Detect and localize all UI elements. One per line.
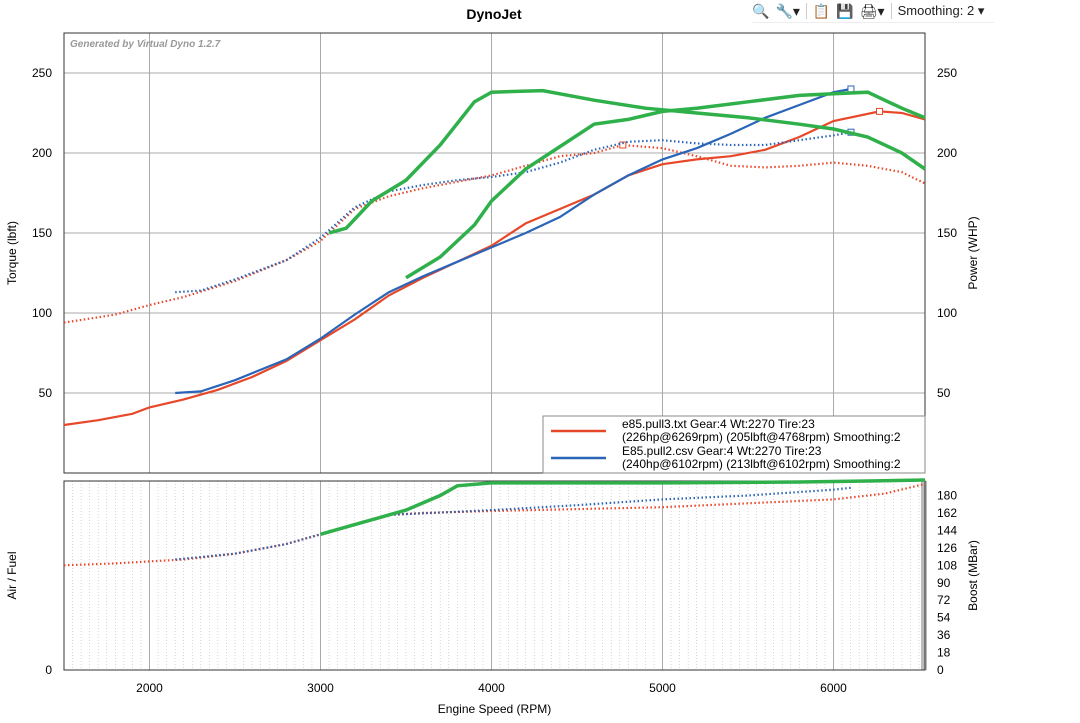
scrollbar[interactable] (921, 481, 927, 670)
boost-tick-label: 180 (937, 489, 957, 503)
y2-axis-label: Boost (MBar) (966, 540, 980, 611)
boost-tick-label: 162 (937, 506, 957, 520)
y-tick-label: 100 (32, 306, 52, 320)
boost-tick-label: 144 (937, 523, 957, 537)
x-tick-label: 2000 (136, 681, 163, 695)
legend-line1: e85.pull3.txt Gear:4 Wt:2270 Tire:23 (622, 417, 815, 431)
x-axis-label: Engine Speed (RPM) (438, 702, 551, 716)
series-e85-pull2-power (175, 87, 852, 395)
afr-tick-label: 0 (45, 663, 52, 677)
y2-tick-label: 200 (937, 146, 957, 160)
x-tick-label: 3000 (307, 681, 334, 695)
series-e85-pull2 (175, 486, 852, 561)
torque-power-plot: 50 50 100 100 150 150 200 200 250 250 Generated by… (5, 32, 980, 474)
boost-tick-label: 126 (937, 541, 957, 555)
chart-title: DynoJet (466, 6, 522, 22)
y2-tick-label: 250 (937, 66, 957, 80)
series-e85-pull3 (63, 482, 926, 567)
y-axis-label: Torque (lbft) (5, 221, 19, 285)
boost-tick-label: 90 (937, 576, 951, 590)
plot-frame (63, 32, 926, 474)
legend-line1: E85.pull2.csv Gear:4 Wt:2270 Tire:23 (622, 444, 822, 458)
boost-tick-label: 54 (937, 611, 951, 625)
y2-tick-label: 100 (937, 306, 957, 320)
y-axis-label: Air / Fuel (5, 551, 19, 599)
peak-marker (876, 107, 884, 115)
boost-tick-label: 0 (937, 663, 944, 677)
legend: e85.pull3.txt Gear:4 Wt:2270 Tire:23(226… (542, 415, 926, 474)
watermark: Generated by Virtual Dyno 1.2.7 (70, 39, 221, 50)
y-tick-label: 250 (32, 66, 52, 80)
series-e85-pull3-torque (63, 143, 926, 324)
series-e85-pull2-torque (175, 131, 852, 294)
x-tick-label: 5000 (649, 681, 676, 695)
boost-tick-label: 72 (937, 593, 951, 607)
y-tick-label: 50 (39, 386, 53, 400)
dyno-chart: DynoJet 50 50 100 100 150 150 200 200 250 250 Gene… (5, 6, 980, 716)
peak-marker (847, 85, 855, 93)
y2-tick-label: 150 (937, 226, 957, 240)
y-tick-label: 150 (32, 226, 52, 240)
afr-boost-plot: 2000 3000 4000 5000 6000 0 18 36 54 72 90 108 126 144… (5, 478, 980, 716)
legend-line2: (240hp@6102rpm) (213lbft@6102rpm) Smooth… (622, 457, 901, 471)
series-e85-pull3-power (63, 110, 926, 427)
x-tick-label: 6000 (820, 681, 847, 695)
y-tick-label: 200 (32, 146, 52, 160)
y2-tick-label: 50 (937, 386, 951, 400)
boost-tick-label: 18 (937, 646, 951, 660)
legend-line2: (226hp@6269rpm) (205lbft@4768rpm) Smooth… (622, 430, 901, 444)
boost-tick-label: 108 (937, 558, 957, 572)
x-tick-label: 4000 (478, 681, 505, 695)
y2-axis-label: Power (WHP) (966, 216, 980, 289)
boost-tick-label: 36 (937, 628, 951, 642)
